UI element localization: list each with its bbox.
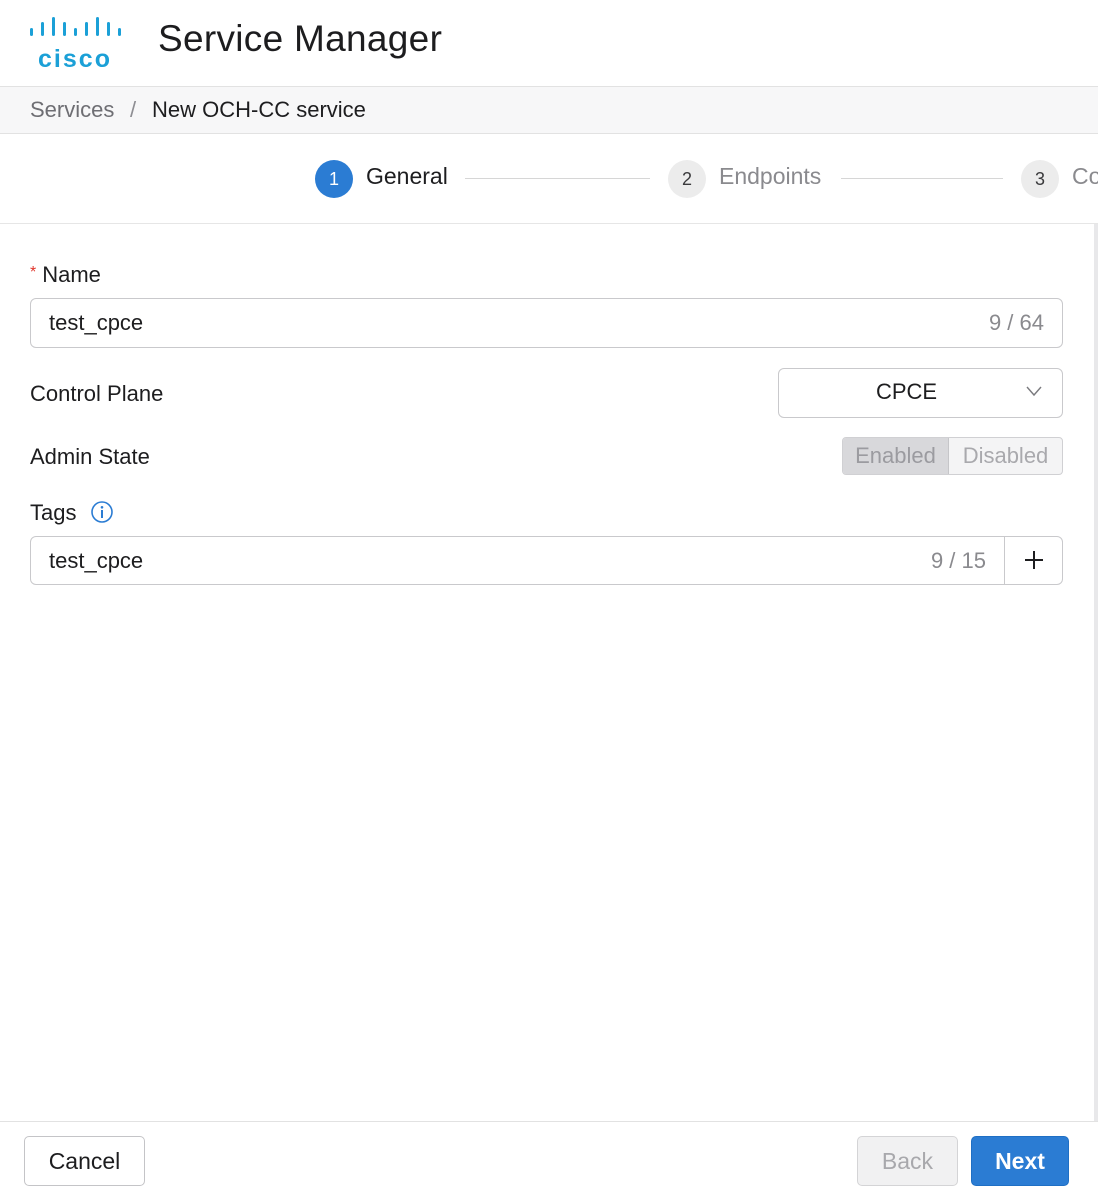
cancel-button[interactable]: Cancel [24, 1136, 145, 1186]
step-3-label[interactable]: Co [1072, 163, 1098, 190]
control-plane-selected-value: CPCE [875, 379, 938, 404]
name-label: * Name [30, 262, 101, 288]
add-tag-button[interactable] [1004, 537, 1062, 584]
name-char-counter: 9 / 64 [988, 310, 1044, 335]
step-connector [841, 178, 1003, 179]
admin-state-label: Admin State [30, 444, 150, 469]
back-button[interactable]: Back [857, 1136, 958, 1186]
breadcrumb-separator: / [130, 97, 137, 122]
breadcrumb-services-link[interactable]: Services [30, 97, 114, 123]
required-indicator: * [30, 264, 37, 281]
admin-state-disabled-option[interactable]: Disabled [949, 438, 1062, 474]
next-button[interactable]: Next [971, 1136, 1069, 1186]
name-label-text: Name [42, 262, 101, 287]
step-connector [465, 178, 650, 179]
step-2-number[interactable]: 2 [668, 160, 706, 198]
app-header: cisco Service Manager [0, 0, 1098, 87]
step-1-label[interactable]: General [366, 163, 448, 190]
cisco-logo[interactable]: cisco [28, 16, 128, 70]
control-plane-label: Control Plane [30, 381, 164, 406]
breadcrumb-current: New OCH-CC service [152, 97, 366, 122]
tags-label: Tags [30, 500, 77, 525]
wizard-footer: Cancel Back Next [0, 1121, 1098, 1190]
plus-icon [1025, 551, 1043, 569]
wizard-stepper: 1 General 2 Endpoints 3 Co [0, 134, 1098, 224]
chevron-down-icon [1026, 386, 1042, 397]
name-input[interactable]: test_cpce 9 / 64 [30, 298, 1063, 348]
tags-char-counter: 9 / 15 [930, 548, 986, 573]
breadcrumb: Services / New OCH-CC service [0, 87, 1098, 134]
admin-state-enabled-option[interactable]: Enabled [843, 438, 949, 474]
step-1-number[interactable]: 1 [315, 160, 353, 198]
tags-input-value: test_cpce [49, 548, 144, 573]
brand-wordmark: cisco [38, 45, 112, 70]
app-title: Service Manager [158, 18, 443, 59]
name-input-value: test_cpce [49, 310, 144, 335]
tags-input[interactable]: test_cpce 9 / 15 [30, 536, 1063, 585]
control-plane-select[interactable]: CPCE [778, 368, 1063, 418]
scrollbar[interactable] [1094, 224, 1098, 1122]
admin-state-toggle[interactable]: Enabled Disabled [842, 437, 1063, 475]
step-3-number[interactable]: 3 [1021, 160, 1059, 198]
info-icon[interactable] [90, 500, 114, 524]
step-2-label[interactable]: Endpoints [719, 163, 821, 190]
